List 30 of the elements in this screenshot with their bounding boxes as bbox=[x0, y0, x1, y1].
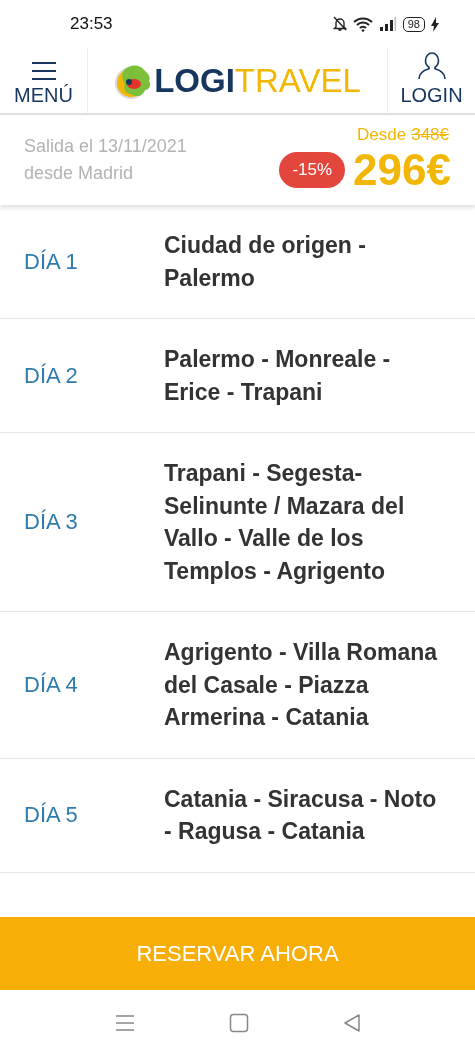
menu-icon bbox=[30, 61, 57, 81]
menu-icon[interactable] bbox=[114, 1014, 135, 1032]
clock: 23:53 bbox=[70, 14, 113, 34]
logo-text: LOGITRAVEL bbox=[154, 61, 361, 100]
departure-city: desde Madrid bbox=[24, 163, 135, 184]
bell-off-icon bbox=[332, 16, 347, 32]
day-route: Catania - Siracusa - Noto - Ragusa - Catania bbox=[164, 784, 438, 846]
old-price: 348€ bbox=[411, 125, 449, 145]
signal-icon bbox=[378, 17, 397, 31]
day-label: DÍA 2 bbox=[24, 362, 79, 389]
back-triangle-icon[interactable] bbox=[342, 1013, 361, 1033]
discount-badge: -15% bbox=[279, 152, 346, 188]
charging-bolt-icon bbox=[431, 16, 439, 32]
day-route: Ciudad de origen - Palermo bbox=[164, 231, 367, 293]
day-label: DÍA 5 bbox=[24, 802, 79, 828]
user-icon bbox=[416, 51, 447, 81]
menu-button[interactable]: MENÚ bbox=[0, 48, 88, 113]
home-square-icon[interactable] bbox=[228, 1013, 249, 1033]
login-button[interactable]: LOGIN bbox=[387, 48, 475, 113]
battery-level: 98 bbox=[402, 16, 425, 32]
day-label: DÍA 4 bbox=[24, 671, 79, 698]
departure-date: Salida el 13/11/2021 bbox=[24, 136, 187, 157]
wifi-icon bbox=[352, 16, 373, 32]
day-label: DÍA 1 bbox=[24, 248, 79, 275]
day-route: Agrigento - Villa Romana del Casale - Piazza Armerina - Catania bbox=[164, 638, 439, 732]
day-route: Palermo - Monreale - Erice - Trapani bbox=[164, 345, 392, 407]
day-label: DÍA 3 bbox=[24, 509, 79, 535]
from-label: Desde bbox=[357, 125, 407, 145]
day-route: Trapani - Segesta- Selinunte / Mazara del Vallo - Valle de los Templos - Agrigento bbox=[164, 459, 406, 586]
price: 296€ bbox=[353, 145, 451, 195]
